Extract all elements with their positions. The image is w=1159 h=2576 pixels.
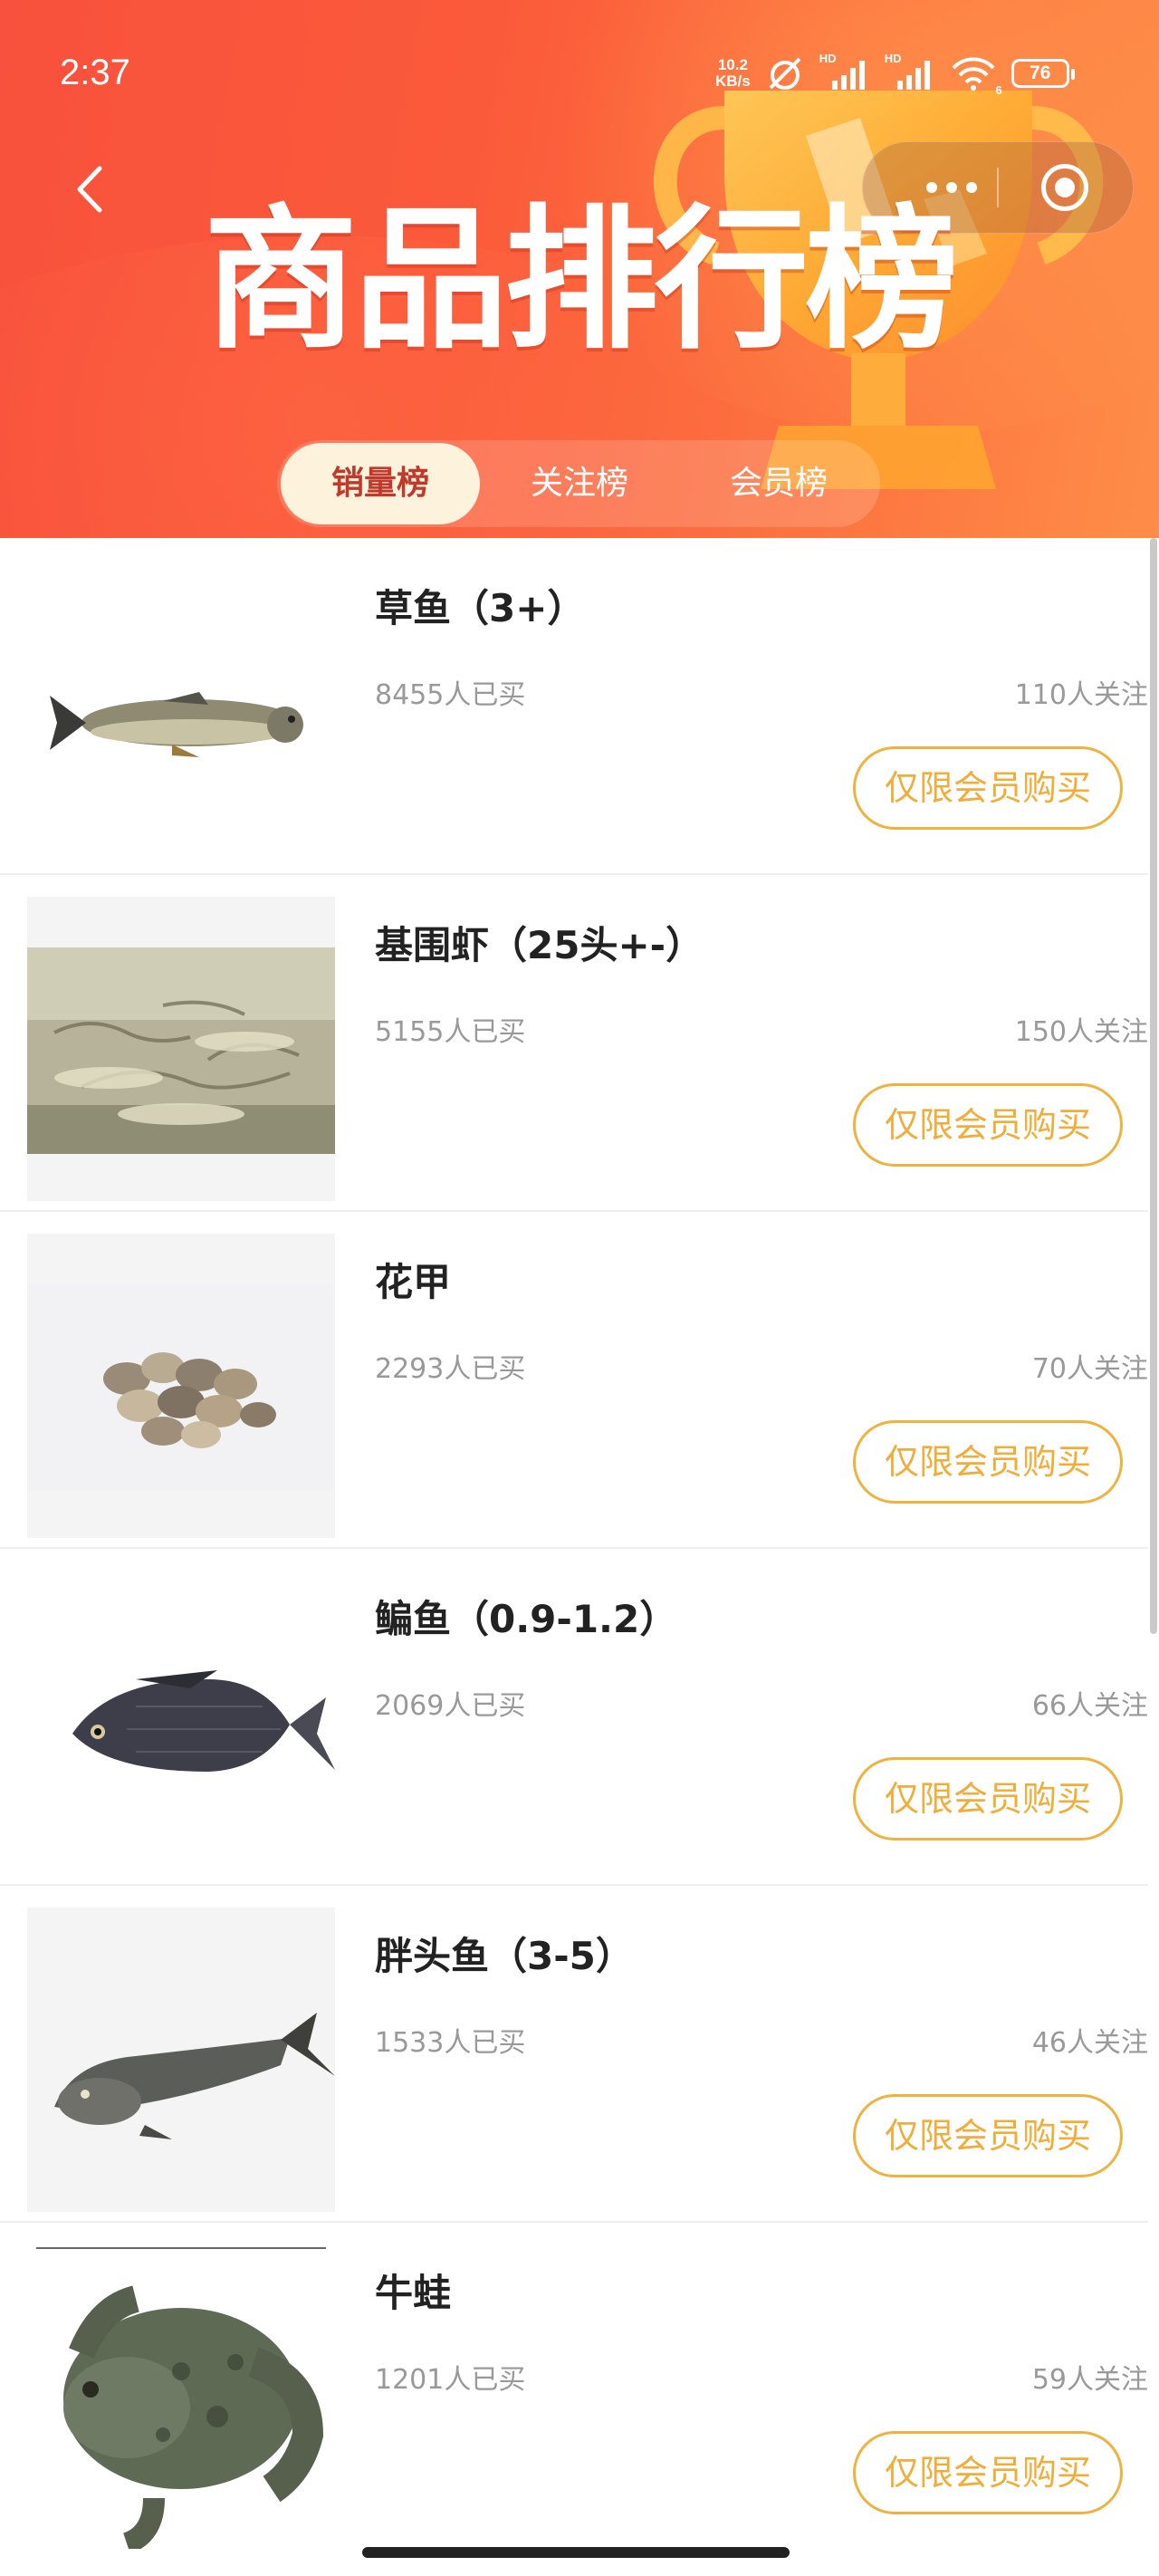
status-bar: 2:37 10.2 KB/s HD HD 6 76 <box>0 0 1159 145</box>
follow-count: 150人关注 <box>1014 1016 1148 1048</box>
tab-sales[interactable]: 销量榜 <box>281 443 480 524</box>
sold-count: 8455人已买 <box>375 679 526 711</box>
network-speed-value: 10.2 <box>717 56 748 73</box>
sold-count: 1533人已买 <box>375 2027 526 2059</box>
follow-count: 66人关注 <box>1031 1690 1148 1722</box>
member-buy-button[interactable]: 仅限会员购买 <box>853 746 1123 830</box>
network-speed: 10.2 KB/s <box>715 57 751 90</box>
status-time: 2:37 <box>60 53 130 92</box>
follow-count: 110人关注 <box>1014 679 1148 711</box>
product-name: 胖头鱼（3-5） <box>375 1934 634 1978</box>
bullfrog-image <box>27 2244 335 2549</box>
list-item[interactable]: 草鱼（3+） 8455人已买 110人关注 仅限会员购买 <box>0 538 1148 875</box>
tab-member[interactable]: 会员榜 <box>679 440 878 527</box>
header-banner: 2:37 10.2 KB/s HD HD 6 76 商品排行榜 销量榜 关注榜 … <box>0 0 1159 538</box>
follow-count: 46人关注 <box>1031 2027 1148 2059</box>
product-name: 基围虾（25头+-） <box>375 923 704 967</box>
sold-count: 2293人已买 <box>375 1353 526 1385</box>
grass-carp-image <box>27 560 335 864</box>
list-item[interactable]: 花甲 2293人已买 70人关注 仅限会员购买 <box>0 1212 1148 1549</box>
member-buy-button[interactable]: 仅限会员购买 <box>853 2431 1123 2514</box>
member-buy-button[interactable]: 仅限会员购买 <box>853 1420 1123 1504</box>
ranking-tabs: 销量榜 关注榜 会员榜 <box>277 440 880 527</box>
product-name: 花甲 <box>375 1260 452 1304</box>
follow-count: 70人关注 <box>1031 1353 1148 1385</box>
alarm-off-icon <box>769 57 801 90</box>
page-title: 商品排行榜 <box>203 191 959 370</box>
scrollbar[interactable] <box>1150 538 1157 1634</box>
product-name: 牛蛙 <box>375 2271 452 2315</box>
product-name: 草鱼（3+） <box>375 586 586 630</box>
bream-image <box>27 1571 335 1875</box>
clams-image <box>27 1234 335 1538</box>
cell-signal-icon: HD <box>819 52 870 91</box>
member-buy-button[interactable]: 仅限会员购买 <box>853 1083 1123 1167</box>
wifi-icon: 6 <box>950 55 1002 97</box>
battery-level: 76 <box>1030 62 1051 83</box>
shrimp-image <box>27 897 335 1201</box>
member-buy-button[interactable]: 仅限会员购买 <box>853 2094 1123 2177</box>
list-item[interactable]: 基围虾（25头+-） 5155人已买 150人关注 仅限会员购买 <box>0 875 1148 1212</box>
wifi-badge: 6 <box>995 83 1002 97</box>
member-buy-button[interactable]: 仅限会员购买 <box>853 1757 1123 1841</box>
tab-follow[interactable]: 关注榜 <box>480 440 679 527</box>
follow-count: 59人关注 <box>1031 2364 1148 2396</box>
status-icons: 10.2 KB/s HD HD 6 76 <box>715 51 1075 97</box>
sold-count: 2069人已买 <box>375 1690 526 1722</box>
sold-count: 1201人已买 <box>375 2364 526 2396</box>
list-item[interactable]: 鳊鱼（0.9-1.2） 2069人已买 66人关注 仅限会员购买 <box>0 1549 1148 1886</box>
list-item[interactable]: 牛蛙 1201人已买 59人关注 仅限会员购买 <box>0 2223 1148 2560</box>
bighead-carp-image <box>27 1908 335 2212</box>
battery-icon: 76 <box>1011 59 1075 88</box>
sold-count: 5155人已买 <box>375 1016 526 1048</box>
cell-signal-2-icon: HD <box>885 52 935 91</box>
product-name: 鳊鱼（0.9-1.2） <box>375 1597 678 1641</box>
home-indicator[interactable] <box>362 2547 790 2558</box>
list-item[interactable]: 胖头鱼（3-5） 1533人已买 46人关注 仅限会员购买 <box>0 1886 1148 2223</box>
network-speed-unit: KB/s <box>715 72 751 90</box>
